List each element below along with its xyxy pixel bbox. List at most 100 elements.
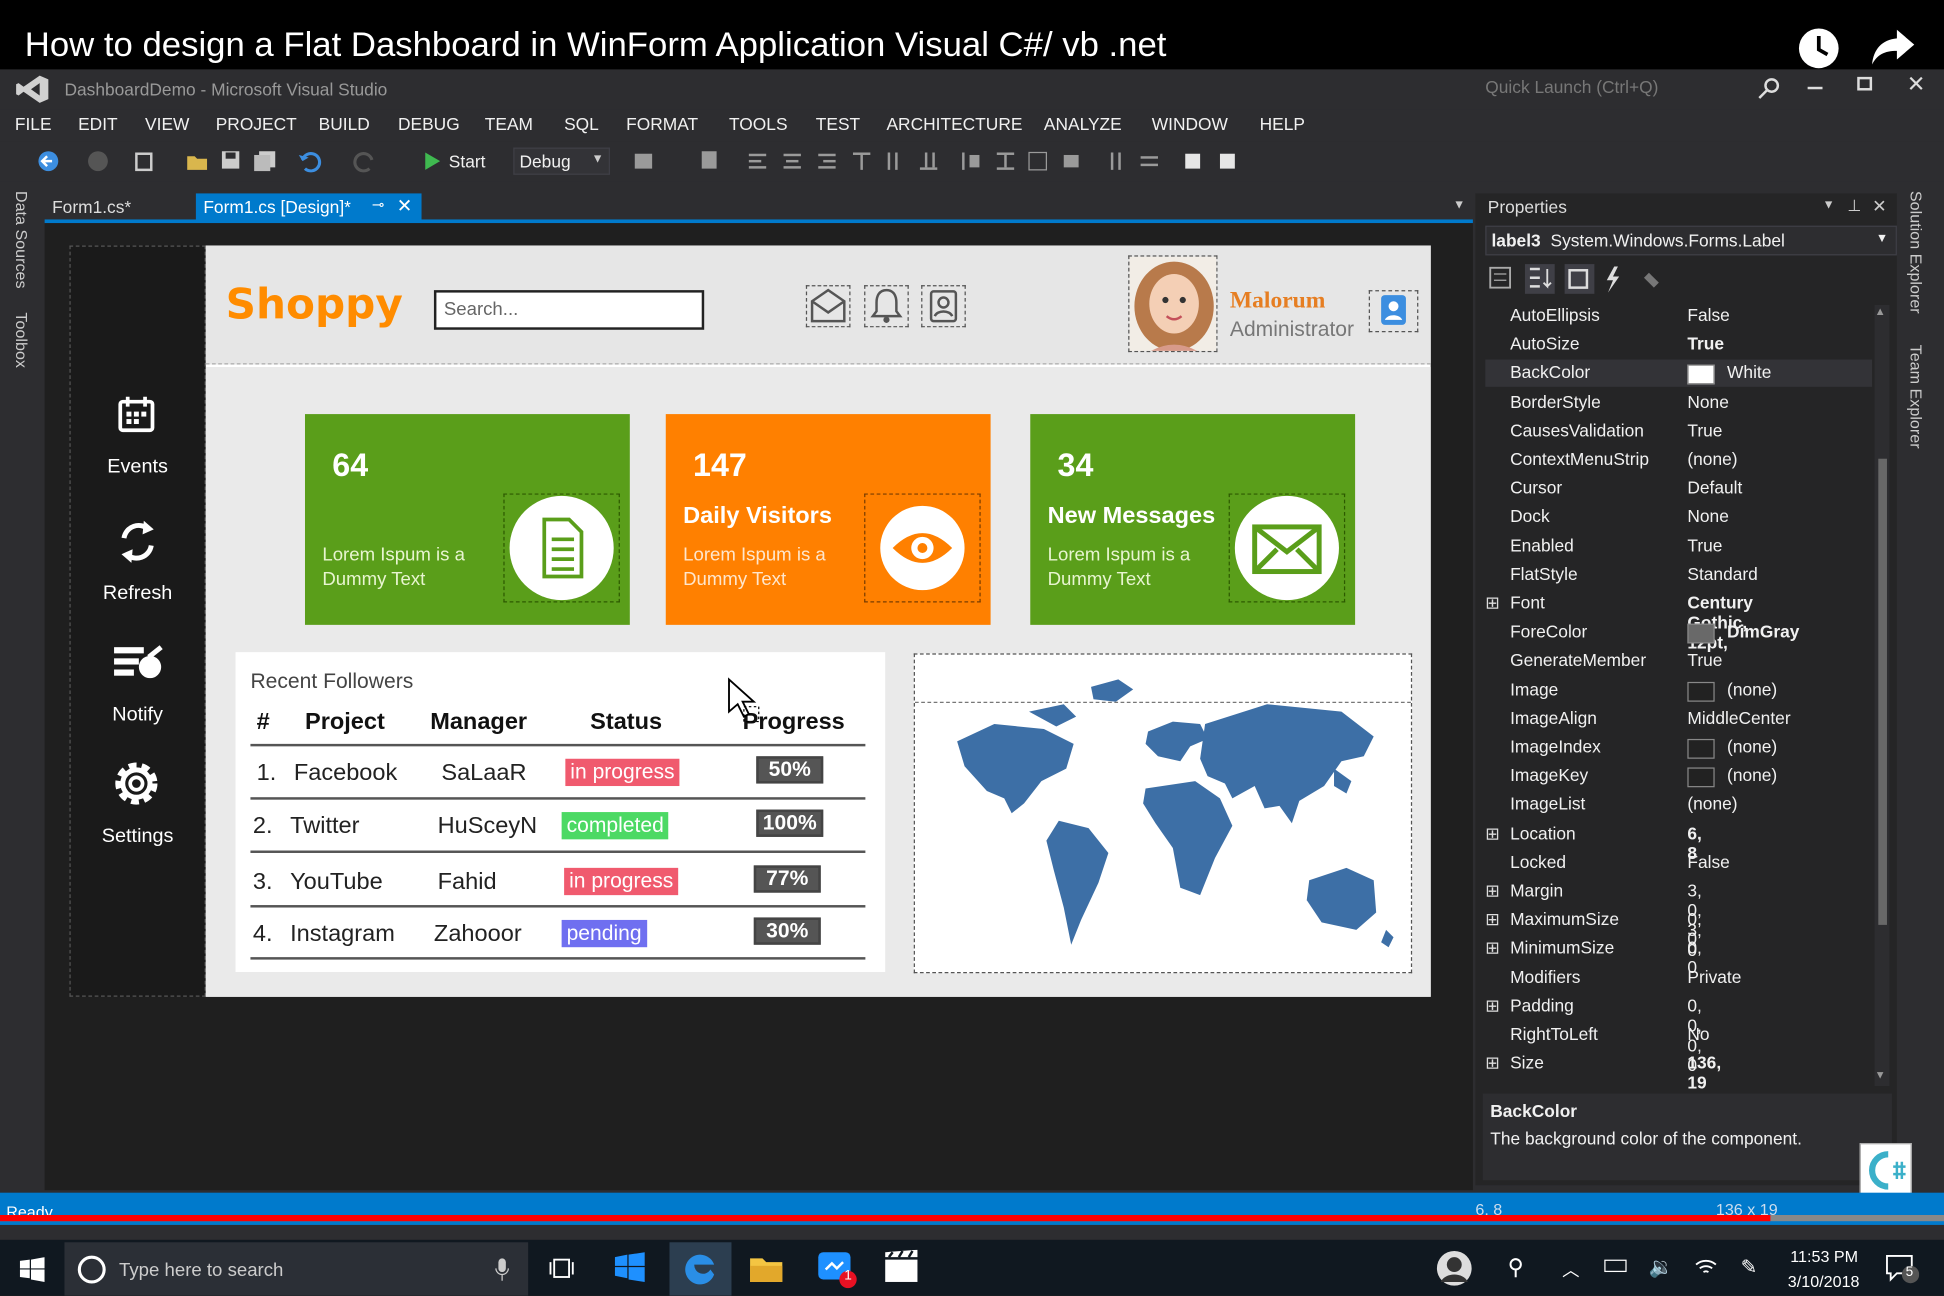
restore-icon[interactable]: [1857, 76, 1873, 91]
user-avatar-icon[interactable]: [1436, 1250, 1473, 1287]
notify-icon[interactable]: [112, 642, 164, 684]
scroll-down-icon[interactable]: ▼: [1875, 1069, 1886, 1081]
scroll-up-icon[interactable]: ▲: [1875, 305, 1886, 317]
windows-start-icon[interactable]: [19, 1257, 45, 1282]
expand-icon[interactable]: ⊞: [1485, 1053, 1500, 1074]
menu-analyze[interactable]: ANALYZE: [1044, 114, 1122, 134]
save-icon[interactable]: [221, 150, 241, 170]
menu-build[interactable]: BUILD: [319, 114, 370, 134]
expand-icon[interactable]: ⊞: [1485, 938, 1500, 959]
property-value[interactable]: Default: [1687, 478, 1742, 498]
property-value[interactable]: (none): [1687, 794, 1737, 814]
chevron-up-icon[interactable]: ︿: [1562, 1257, 1579, 1282]
properties-menu-icon[interactable]: ▼: [1823, 198, 1835, 212]
open-icon[interactable]: [186, 150, 208, 172]
property-value[interactable]: (none): [1727, 765, 1777, 785]
data-sources-rail[interactable]: Data Sources: [12, 191, 31, 289]
pen-icon[interactable]: ✎: [1741, 1255, 1758, 1280]
property-value[interactable]: No: [1687, 1024, 1709, 1044]
tab-form1-cs[interactable]: Form1.cs*: [45, 193, 194, 220]
volume-icon[interactable]: 🔉: [1649, 1255, 1674, 1280]
save-all-icon[interactable]: [253, 150, 278, 172]
edge-icon[interactable]: [669, 1242, 732, 1296]
store-icon[interactable]: [612, 1250, 647, 1285]
menu-format[interactable]: FORMAT: [626, 114, 698, 134]
menu-view[interactable]: VIEW: [145, 114, 189, 134]
people-icon[interactable]: ⚲: [1508, 1255, 1524, 1281]
file-explorer-icon[interactable]: [749, 1252, 784, 1284]
property-value[interactable]: 136, 19: [1687, 1053, 1721, 1093]
property-value[interactable]: White: [1727, 363, 1771, 383]
avatar[interactable]: [1128, 255, 1218, 353]
sidebar-item-notify[interactable]: Notify: [69, 704, 205, 726]
battery-icon[interactable]: [1604, 1259, 1627, 1273]
menu-architecture[interactable]: ARCHITECTURE: [886, 114, 1022, 134]
clock-date[interactable]: 3/10/2018: [1788, 1272, 1860, 1291]
tab-overflow-icon[interactable]: ▼: [1453, 198, 1465, 212]
menu-project[interactable]: PROJECT: [216, 114, 297, 134]
property-value[interactable]: None: [1687, 391, 1728, 411]
property-value[interactable]: False: [1687, 851, 1729, 871]
property-value[interactable]: None: [1687, 506, 1728, 526]
menu-team[interactable]: TEAM: [485, 114, 533, 134]
property-value[interactable]: MiddleCenter: [1687, 708, 1790, 728]
menu-file[interactable]: FILE: [15, 114, 52, 134]
undo-icon[interactable]: [298, 150, 323, 173]
menu-sql[interactable]: SQL: [564, 114, 599, 134]
property-value[interactable]: True: [1687, 420, 1722, 440]
settings-icon[interactable]: [112, 759, 162, 809]
sidebar-item-settings[interactable]: Settings: [69, 826, 205, 848]
watch-later-icon[interactable]: [1798, 27, 1840, 69]
menu-debug[interactable]: DEBUG: [398, 114, 460, 134]
tab-form1-design[interactable]: Form1.cs [Design]* ⊸ ✕: [195, 193, 422, 221]
menu-test[interactable]: TEST: [816, 114, 860, 134]
video-editor-icon[interactable]: [883, 1249, 920, 1285]
property-value[interactable]: True: [1687, 334, 1724, 354]
task-view-icon[interactable]: [548, 1255, 575, 1282]
sidebar-item-events[interactable]: Events: [69, 456, 205, 478]
expand-icon[interactable]: ⊞: [1485, 909, 1500, 930]
card-events[interactable]: 64 Lorem Ispum is a Dummy Text: [304, 414, 630, 625]
property-value[interactable]: True: [1687, 650, 1722, 670]
user-badge-button[interactable]: [1368, 290, 1419, 333]
microphone-icon[interactable]: [493, 1257, 510, 1282]
layout-tools-icons[interactable]: [632, 149, 1277, 174]
close-window-icon[interactable]: ✕: [1907, 72, 1926, 98]
search-input[interactable]: Search...: [433, 290, 705, 330]
close-tab-icon[interactable]: ✕: [397, 195, 413, 217]
notification-center-icon[interactable]: 5: [1884, 1252, 1920, 1284]
card-new-messages[interactable]: 34 New Messages Lorem Ispum is a Dummy Te…: [1030, 414, 1356, 625]
team-explorer-rail[interactable]: Team Explorer: [1907, 345, 1926, 449]
property-value[interactable]: False: [1687, 305, 1729, 325]
new-project-icon[interactable]: [134, 150, 156, 172]
property-value[interactable]: (none): [1687, 449, 1737, 469]
expand-icon[interactable]: ⊞: [1485, 995, 1500, 1016]
property-value[interactable]: Private: [1687, 967, 1741, 987]
redo-icon[interactable]: [352, 150, 377, 173]
search-icon[interactable]: [1758, 77, 1780, 99]
mail-button[interactable]: [805, 285, 851, 328]
back-icon[interactable]: [37, 150, 59, 172]
solution-explorer-rail[interactable]: Solution Explorer: [1907, 191, 1926, 314]
property-value[interactable]: (none): [1727, 679, 1777, 699]
clock-time[interactable]: 11:53 PM: [1790, 1247, 1858, 1266]
object-selector[interactable]: label3 System.Windows.Forms.Label ▼: [1485, 225, 1897, 256]
expand-icon[interactable]: ⊞: [1485, 880, 1500, 901]
messenger-icon[interactable]: 1: [816, 1250, 858, 1290]
scrollbar[interactable]: ▲ ▼: [1874, 304, 1890, 1087]
sidebar-item-refresh[interactable]: Refresh: [69, 583, 205, 605]
start-button[interactable]: Start: [422, 149, 509, 176]
profile-button[interactable]: [921, 285, 966, 328]
pin-icon[interactable]: ⊸: [372, 196, 384, 213]
expand-icon[interactable]: ⊞: [1485, 593, 1500, 614]
taskbar-search[interactable]: Type here to search: [64, 1242, 529, 1296]
wifi-icon[interactable]: [1694, 1255, 1719, 1277]
menu-help[interactable]: HELP: [1260, 114, 1305, 134]
pin-icon[interactable]: ⊥: [1847, 196, 1861, 216]
menu-edit[interactable]: EDIT: [78, 114, 118, 134]
expand-icon[interactable]: ⊞: [1485, 823, 1500, 844]
property-value[interactable]: (none): [1727, 736, 1777, 756]
menu-tools[interactable]: TOOLS: [729, 114, 788, 134]
card-daily-visitors[interactable]: 147 Daily Visitors Lorem Ispum is a Dummy…: [665, 414, 991, 625]
close-pane-icon[interactable]: ✕: [1872, 196, 1887, 217]
